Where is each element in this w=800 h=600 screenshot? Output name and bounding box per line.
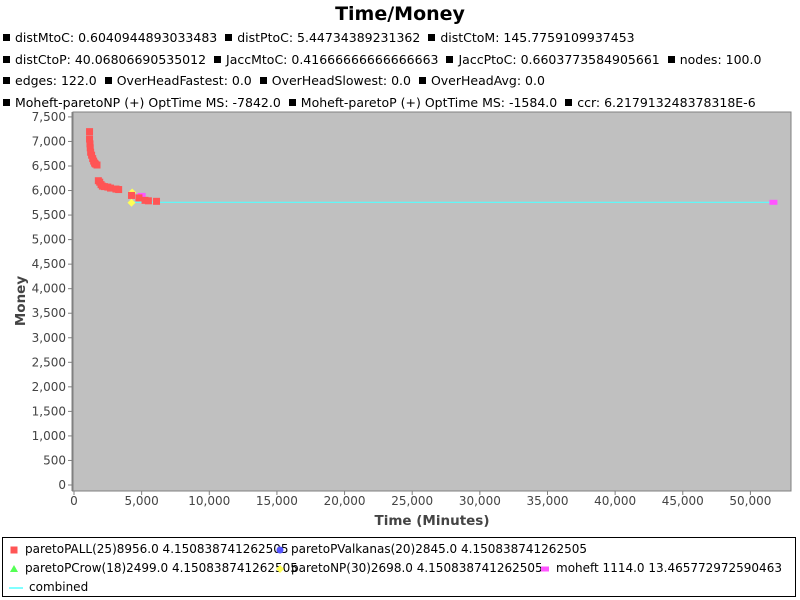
- legend-label: moheft 1114.0 13.465772972590463: [556, 561, 782, 575]
- y-tick-label: 500: [43, 453, 66, 467]
- y-tick-label: 7,500: [32, 110, 66, 124]
- x-tick-label: 10,000: [188, 494, 230, 508]
- legend-item: paretoNP(30)2698.0 4.150838741262505: [275, 561, 543, 575]
- y-tick-label: 6,500: [32, 159, 66, 173]
- x-axis-label: Time (Minutes): [374, 513, 489, 529]
- chart-svg: 0 5,000 10,000 15,000 20,000 25,000 30,000 35,0…: [13, 110, 792, 529]
- x-tick-label: 20,000: [324, 494, 366, 508]
- plot-area: [72, 111, 792, 492]
- data-point: [769, 199, 778, 205]
- x-tick-label: 35,000: [526, 494, 568, 508]
- y-tick-label: 4,500: [32, 257, 66, 271]
- x-tick-label: 15,000: [256, 494, 298, 508]
- data-point: [86, 128, 94, 136]
- legend-symbol: [10, 564, 18, 572]
- legend-symbol: [10, 546, 18, 553]
- legend-symbol: [9, 586, 23, 589]
- y-tick-label: 3,500: [32, 306, 66, 320]
- y-tick-label: 3,000: [32, 331, 66, 345]
- y-tick-label: 1,000: [32, 429, 66, 443]
- legend-symbol: [276, 546, 284, 553]
- legend-label: paretoPValkanas(20)2845.0 4.150838741262…: [291, 542, 587, 556]
- x-tick-label: 25,000: [391, 494, 433, 508]
- y-tick-label: 0: [58, 478, 66, 492]
- legend-item: paretoPCrow(18)2499.0 4.150838741262505: [9, 561, 298, 575]
- data-point: [153, 197, 161, 205]
- legend-label: combined: [29, 580, 89, 594]
- data-point: [115, 186, 123, 194]
- legend: paretoPALL(25)8956.0 4.150838741262505 pa…: [2, 537, 796, 597]
- legend-item: paretoPALL(25)8956.0 4.150838741262505: [9, 542, 289, 556]
- x-tick-label: 50,000: [729, 494, 771, 508]
- x-tick-label: 0: [70, 494, 78, 508]
- legend-item: combined: [9, 580, 88, 594]
- legend-item: paretoPValkanas(20)2845.0 4.150838741262…: [275, 542, 587, 556]
- x-tick-label: 5,000: [124, 494, 158, 508]
- legend-marker: [10, 546, 18, 553]
- y-tick-label: 1,500: [32, 404, 66, 418]
- y-tick-label: 5,000: [32, 233, 66, 247]
- y-tick-label: 4,000: [32, 282, 66, 296]
- legend-label: paretoPALL(25)8956.0 4.150838741262505: [25, 542, 289, 556]
- y-tick-label: 5,500: [32, 208, 66, 222]
- data-point: [93, 161, 101, 169]
- legend-label: paretoNP(30)2698.0 4.150838741262505: [291, 561, 543, 575]
- y-tick-label: 2,000: [32, 380, 66, 394]
- legend-marker: [276, 546, 284, 553]
- y-tick-label: 2,500: [32, 355, 66, 369]
- data-point: [144, 197, 152, 205]
- legend-marker: [10, 564, 18, 572]
- legend-symbol: [276, 564, 284, 573]
- legend-symbol: [541, 566, 549, 571]
- x-tick-label: 45,000: [662, 494, 704, 508]
- legend-label: paretoPCrow(18)2499.0 4.150838741262505: [25, 561, 298, 575]
- data-point: [127, 191, 135, 199]
- y-tick-label: 7,000: [32, 134, 66, 148]
- y-axis-label: Money: [13, 276, 29, 326]
- legend-marker: [276, 564, 284, 573]
- data-point: [135, 194, 143, 202]
- legend-item: moheft 1114.0 13.465772972590463: [540, 561, 782, 575]
- y-tick-label: 6,000: [32, 184, 66, 198]
- x-tick-label: 30,000: [459, 494, 501, 508]
- legend-marker: [541, 566, 549, 571]
- x-tick-label: 40,000: [594, 494, 636, 508]
